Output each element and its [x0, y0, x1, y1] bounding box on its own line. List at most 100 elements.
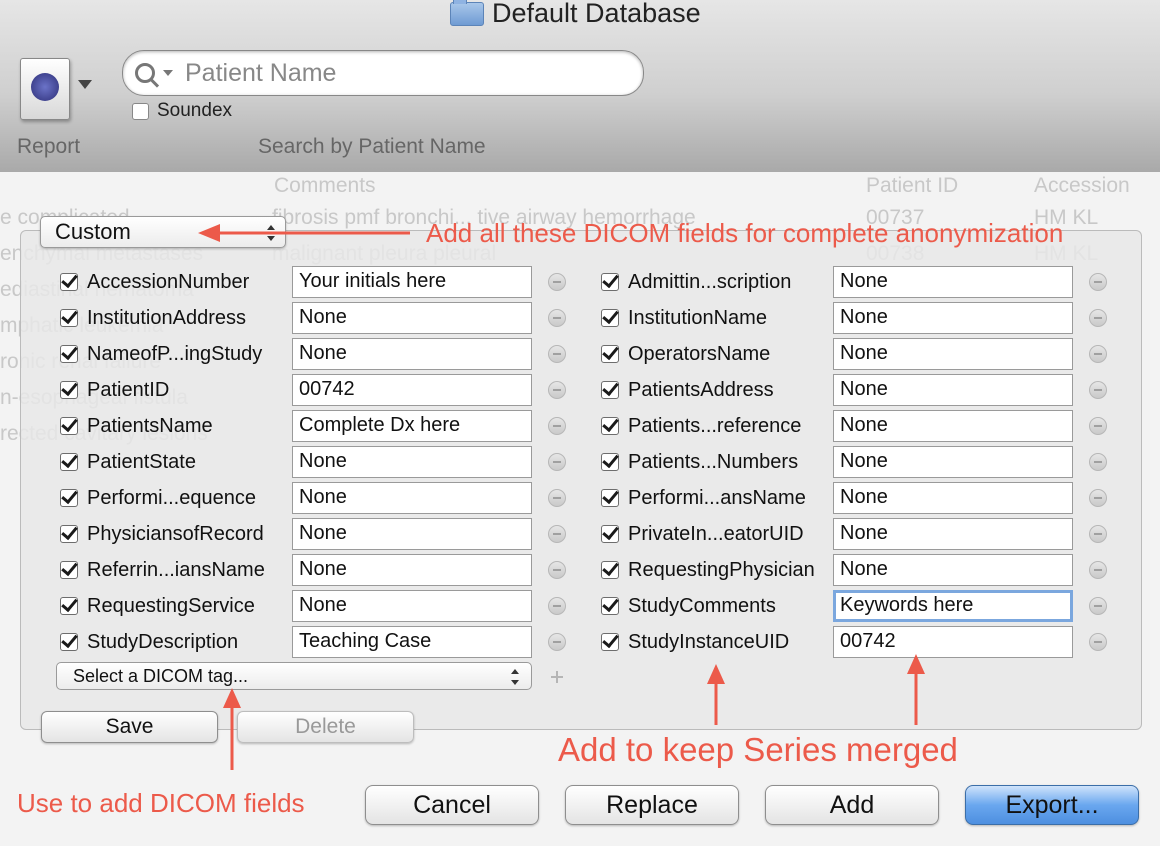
remove-field-icon[interactable] — [548, 633, 566, 651]
search-menu-caret-icon[interactable] — [163, 70, 173, 76]
export-button[interactable]: Export... — [965, 785, 1139, 825]
remove-field-icon[interactable] — [548, 525, 566, 543]
field-checkbox[interactable] — [601, 453, 619, 471]
field-label: NameofP...ingStudy — [87, 342, 263, 365]
field-checkbox[interactable] — [601, 381, 619, 399]
field-value-input[interactable]: None — [292, 590, 532, 622]
remove-field-icon[interactable] — [548, 273, 566, 291]
folder-icon — [450, 0, 484, 26]
field-checkbox[interactable] — [60, 309, 78, 327]
field-checkbox[interactable] — [601, 309, 619, 327]
field-value-input[interactable]: 00742 — [292, 374, 532, 406]
field-checkbox[interactable] — [601, 417, 619, 435]
updown-arrows-icon — [267, 225, 275, 241]
field-value-input[interactable]: None — [292, 482, 532, 514]
delete-button[interactable]: Delete — [237, 711, 414, 743]
remove-field-icon[interactable] — [1089, 417, 1107, 435]
remove-field-icon[interactable] — [1089, 489, 1107, 507]
dicom-field-row: PatientsAddress — [601, 373, 774, 407]
field-checkbox[interactable] — [60, 489, 78, 507]
remove-field-icon[interactable] — [1089, 273, 1107, 291]
report-icon[interactable] — [20, 58, 70, 120]
remove-field-icon[interactable] — [1089, 525, 1107, 543]
field-value-input[interactable]: None — [292, 338, 532, 370]
field-label: Performi...ansName — [628, 486, 806, 509]
field-value-input[interactable]: None — [833, 302, 1073, 334]
preset-popup[interactable]: Custom — [40, 216, 286, 248]
save-button[interactable]: Save — [41, 711, 218, 743]
remove-field-icon[interactable] — [548, 489, 566, 507]
dicom-field-row: StudyDescription — [60, 625, 238, 659]
list-header-comments: Comments — [274, 174, 376, 197]
field-value-input[interactable]: None — [833, 338, 1073, 370]
remove-field-icon[interactable] — [1089, 345, 1107, 363]
window-title-text: Default Database — [492, 0, 701, 28]
field-value-input[interactable]: None — [292, 554, 532, 586]
field-checkbox[interactable] — [601, 273, 619, 291]
report-label: Report — [17, 135, 81, 158]
patient-search-input[interactable] — [183, 57, 627, 89]
field-value-input[interactable]: None — [292, 446, 532, 478]
patient-search-field[interactable] — [122, 50, 644, 96]
dicom-tag-select[interactable]: Select a DICOM tag... — [56, 662, 532, 690]
remove-field-icon[interactable] — [548, 309, 566, 327]
remove-field-icon[interactable] — [548, 417, 566, 435]
field-value-input[interactable]: Keywords here — [833, 590, 1073, 622]
field-value-input[interactable]: None — [833, 518, 1073, 550]
field-checkbox[interactable] — [60, 381, 78, 399]
field-checkbox[interactable] — [60, 561, 78, 579]
field-checkbox[interactable] — [601, 633, 619, 651]
remove-field-icon[interactable] — [1089, 633, 1107, 651]
field-value-input[interactable]: None — [833, 266, 1073, 298]
field-checkbox[interactable] — [601, 525, 619, 543]
field-value-input[interactable]: Teaching Case — [292, 626, 532, 658]
field-checkbox[interactable] — [601, 597, 619, 615]
remove-field-icon[interactable] — [548, 345, 566, 363]
field-checkbox[interactable] — [601, 561, 619, 579]
field-value-input[interactable]: None — [833, 554, 1073, 586]
remove-field-icon[interactable] — [1089, 381, 1107, 399]
field-value-input[interactable]: 00742 — [833, 626, 1073, 658]
field-checkbox[interactable] — [60, 597, 78, 615]
field-value-input[interactable]: None — [292, 302, 532, 334]
search-icon[interactable] — [135, 63, 155, 83]
field-label: PatientsName — [87, 414, 213, 437]
field-value-input[interactable]: None — [833, 446, 1073, 478]
field-label: PhysiciansofRecord — [87, 522, 264, 545]
remove-field-icon[interactable] — [548, 561, 566, 579]
field-checkbox[interactable] — [60, 453, 78, 471]
list-header-patient-id: Patient ID — [866, 174, 959, 197]
soundex-option[interactable]: Soundex — [132, 100, 232, 122]
field-checkbox[interactable] — [60, 633, 78, 651]
field-value-input[interactable]: None — [833, 410, 1073, 442]
field-value-input[interactable]: Complete Dx here — [292, 410, 532, 442]
remove-field-icon[interactable] — [548, 453, 566, 471]
replace-button[interactable]: Replace — [565, 785, 739, 825]
field-value-input[interactable]: None — [292, 518, 532, 550]
soundex-checkbox[interactable] — [132, 102, 149, 120]
report-menu-arrow-icon[interactable] — [78, 80, 92, 89]
remove-field-icon[interactable] — [1089, 561, 1107, 579]
field-checkbox[interactable] — [601, 345, 619, 363]
dicom-field-row: PatientsName — [60, 409, 213, 443]
field-value-input[interactable]: Your initials here — [292, 266, 532, 298]
dicom-field-row: StudyComments — [601, 589, 776, 623]
remove-field-icon[interactable] — [548, 381, 566, 399]
field-checkbox[interactable] — [60, 525, 78, 543]
cancel-button[interactable]: Cancel — [365, 785, 539, 825]
remove-field-icon[interactable] — [1089, 453, 1107, 471]
add-button[interactable]: Add — [765, 785, 939, 825]
add-tag-plus-icon[interactable] — [548, 668, 566, 686]
field-value-input[interactable]: None — [833, 374, 1073, 406]
field-checkbox[interactable] — [60, 345, 78, 363]
field-value-input[interactable]: None — [833, 482, 1073, 514]
field-label: RequestingService — [87, 594, 255, 617]
dicom-field-row: StudyInstanceUID — [601, 625, 789, 659]
field-checkbox[interactable] — [601, 489, 619, 507]
remove-field-icon[interactable] — [548, 597, 566, 615]
field-checkbox[interactable] — [60, 417, 78, 435]
remove-field-icon[interactable] — [1089, 597, 1107, 615]
remove-field-icon[interactable] — [1089, 309, 1107, 327]
field-checkbox[interactable] — [60, 273, 78, 291]
dicom-field-row: OperatorsName — [601, 337, 770, 371]
